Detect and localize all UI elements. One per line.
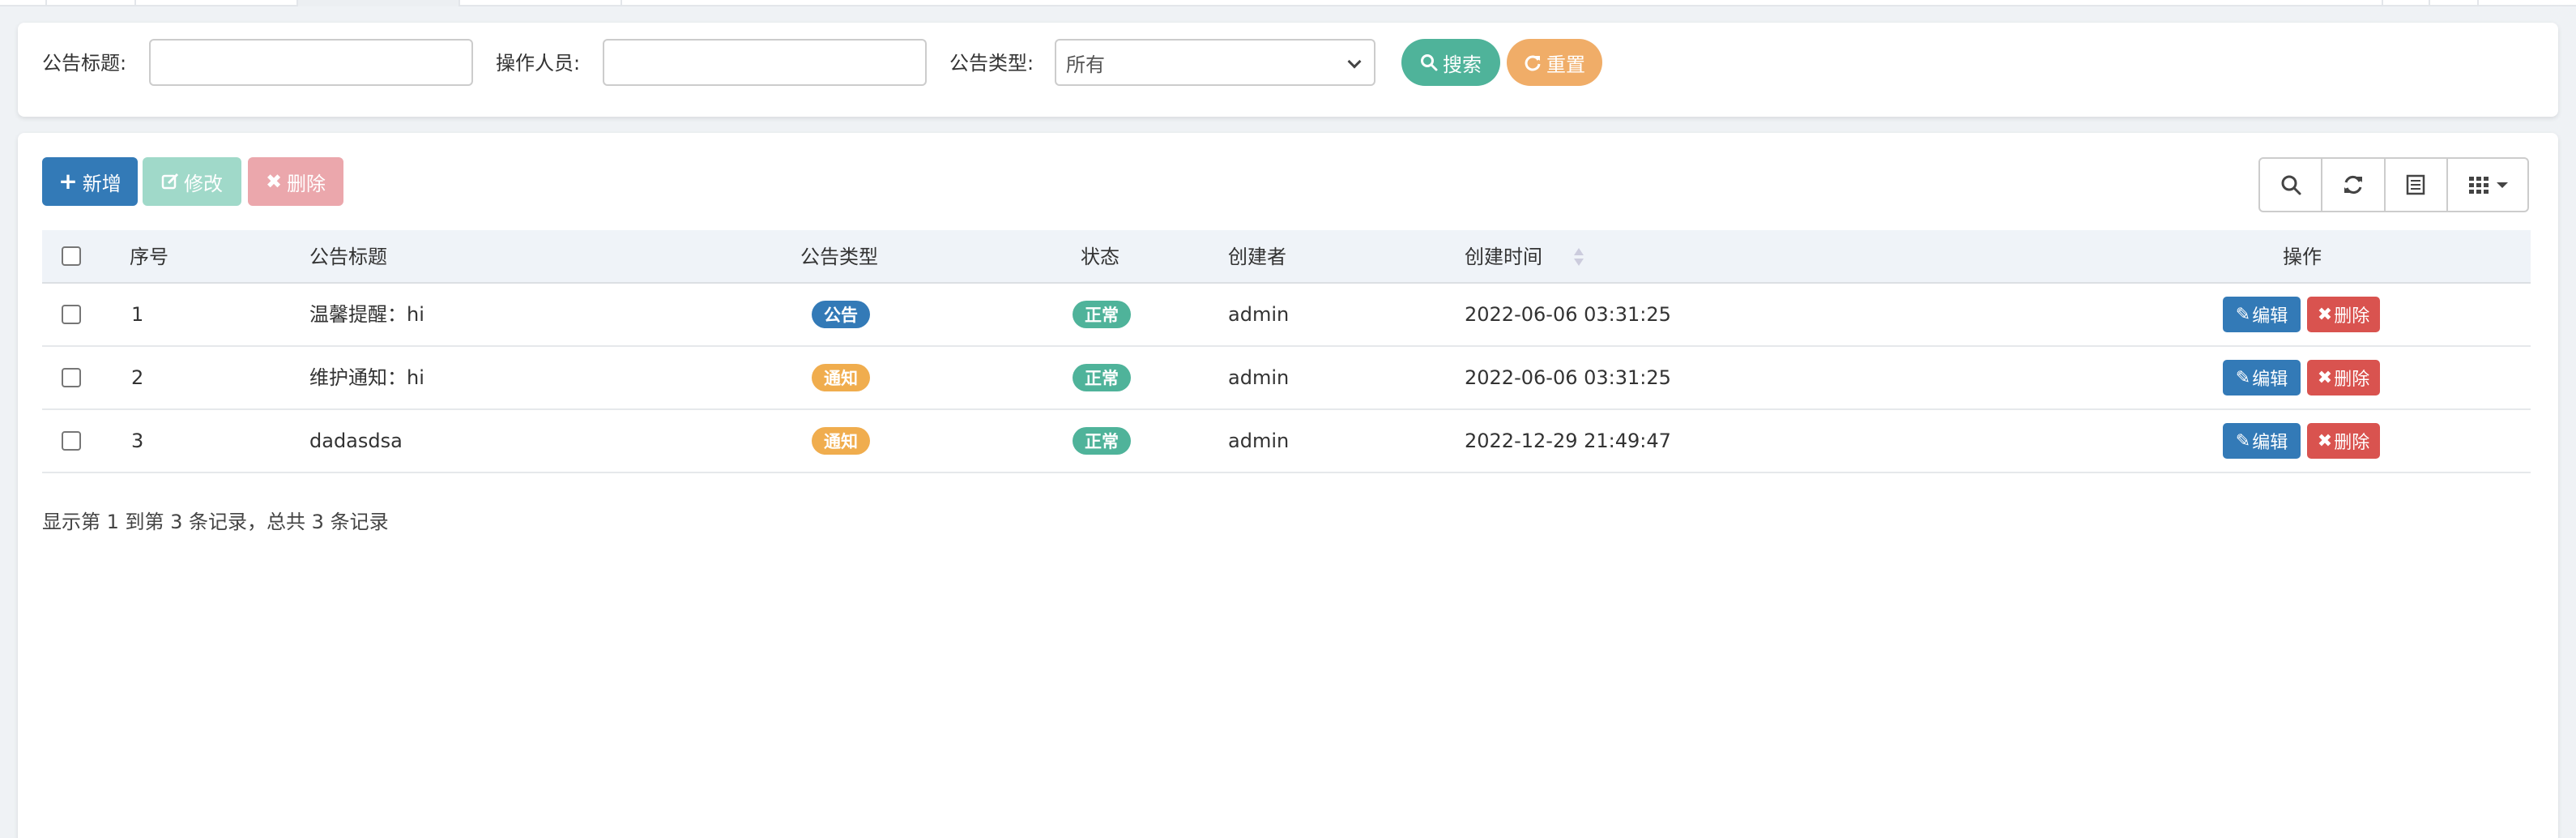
row-edit-label: 编辑	[2252, 433, 2288, 453]
chevron-down-icon	[1347, 54, 1362, 69]
table-row: 3 dadasdsa 通知 正常 admin 2022-12-29 21:49:…	[42, 410, 2531, 473]
header-creator: 创建者	[1228, 246, 1286, 268]
row-delete-button[interactable]: ✖ 删除	[2307, 297, 2380, 332]
tab-strip-segment[interactable]	[0, 0, 47, 6]
close-icon: ✖	[265, 170, 283, 193]
delete-button[interactable]: ✖ 删除	[248, 157, 343, 206]
reset-button[interactable]: 重置	[1507, 39, 1602, 86]
row-created-at: 2022-12-29 21:49:47	[1465, 430, 1671, 452]
row-index: 3	[131, 430, 144, 452]
edit-icon: ✎	[2235, 304, 2251, 325]
search-icon	[2281, 175, 2301, 195]
row-index: 2	[131, 366, 144, 389]
edit-icon: ✎	[2235, 367, 2251, 388]
row-creator: admin	[1228, 303, 1290, 326]
header-actions: 操作	[2283, 246, 2322, 268]
operator-label: 操作人员:	[496, 52, 581, 75]
row-title: dadasdsa	[309, 430, 403, 452]
type-select[interactable]: 所有	[1055, 39, 1375, 86]
add-button[interactable]: + 新增	[42, 157, 138, 206]
status-badge: 正常	[1073, 301, 1131, 328]
search-button[interactable]: 搜索	[1401, 39, 1500, 86]
columns-icon	[2469, 177, 2489, 194]
row-edit-label: 编辑	[2252, 370, 2288, 390]
tab-strip-segment[interactable]	[47, 0, 136, 6]
header-status: 状态	[1081, 246, 1120, 268]
table-row: 2 维护通知：hi 通知 正常 admin 2022-06-06 03:31:2…	[42, 347, 2531, 410]
row-edit-label: 编辑	[2252, 306, 2288, 327]
edit-icon: ✎	[2235, 430, 2251, 451]
row-delete-label: 删除	[2334, 433, 2370, 453]
tab-strip-segment[interactable]	[2430, 0, 2479, 6]
refresh-icon	[2344, 175, 2363, 195]
refresh-icon	[1525, 55, 1541, 71]
delete-button-label: 删除	[287, 172, 326, 195]
add-button-label: 新增	[82, 172, 122, 195]
row-edit-button[interactable]: ✎ 编辑	[2223, 360, 2301, 395]
refresh-button[interactable]	[2322, 159, 2386, 211]
row-edit-button[interactable]: ✎ 编辑	[2223, 297, 2301, 332]
tab-strip-segment[interactable]	[2382, 0, 2430, 6]
header-index: 序号	[130, 246, 168, 268]
table-row: 1 温馨提醒：hi 公告 正常 admin 2022-06-06 03:31:2…	[42, 284, 2531, 347]
row-delete-button[interactable]: ✖ 删除	[2307, 360, 2380, 395]
table-toolbar	[2258, 157, 2529, 212]
reset-button-label: 重置	[1546, 53, 1585, 76]
tab-strip-segment[interactable]	[460, 0, 622, 6]
close-icon: ✖	[2317, 367, 2333, 388]
row-edit-button[interactable]: ✎ 编辑	[2223, 423, 2301, 459]
tab-strip-active-segment[interactable]	[298, 0, 460, 6]
type-badge: 通知	[812, 427, 870, 455]
pagination-summary: 显示第 1 到第 3 条记录，总共 3 条记录	[42, 511, 389, 533]
tab-strip	[0, 0, 2576, 6]
sort-icon[interactable]	[1573, 245, 1584, 269]
caret-down-icon	[2497, 182, 2508, 188]
search-button-label: 搜索	[1443, 53, 1482, 76]
close-icon: ✖	[2317, 304, 2333, 325]
row-delete-label: 删除	[2334, 306, 2370, 327]
search-panel: 公告标题: 操作人员: 公告类型: 所有 搜索 重置	[18, 23, 2558, 117]
toggle-search-button[interactable]	[2260, 159, 2323, 211]
edit-button[interactable]: 修改	[143, 157, 241, 206]
header-title: 公告标题	[309, 246, 387, 268]
type-label: 公告类型:	[949, 52, 1034, 75]
edit-button-label: 修改	[184, 172, 223, 195]
row-index: 1	[131, 303, 144, 326]
row-creator: admin	[1228, 430, 1290, 452]
operator-input[interactable]	[603, 39, 927, 86]
type-badge: 通知	[812, 364, 870, 391]
title-input[interactable]	[149, 39, 473, 86]
status-badge: 正常	[1073, 427, 1131, 455]
title-label: 公告标题:	[42, 52, 127, 75]
header-created-at[interactable]: 创建时间	[1465, 230, 1542, 284]
row-title: 维护通知：hi	[309, 366, 424, 389]
tab-strip-segment[interactable]	[136, 0, 298, 6]
type-badge: 公告	[812, 301, 870, 328]
row-checkbox[interactable]	[62, 368, 81, 387]
row-checkbox[interactable]	[62, 431, 81, 451]
search-icon	[1421, 54, 1438, 71]
type-select-value: 所有	[1066, 53, 1105, 76]
edit-icon	[161, 173, 179, 190]
row-created-at: 2022-06-06 03:31:25	[1465, 366, 1671, 389]
close-icon: ✖	[2317, 430, 2333, 451]
row-title: 温馨提醒：hi	[309, 303, 424, 326]
select-all-checkbox[interactable]	[62, 246, 81, 266]
row-created-at: 2022-06-06 03:31:25	[1465, 303, 1671, 326]
status-badge: 正常	[1073, 364, 1131, 391]
table-header: 序号 公告标题 公告类型 状态 创建者 创建时间 操作	[42, 230, 2531, 284]
header-type: 公告类型	[800, 246, 878, 268]
export-icon	[2407, 174, 2425, 195]
row-creator: admin	[1228, 366, 1290, 389]
row-delete-label: 删除	[2334, 370, 2370, 390]
main-panel: + 新增 修改 ✖ 删除 序号 公告标题 公告类型 状态 创建者 创建时间 操作…	[18, 133, 2558, 838]
columns-toggle-button[interactable]	[2448, 159, 2527, 211]
row-delete-button[interactable]: ✖ 删除	[2307, 423, 2380, 459]
plus-icon: +	[58, 168, 78, 195]
export-button[interactable]	[2386, 159, 2449, 211]
row-checkbox[interactable]	[62, 305, 81, 324]
